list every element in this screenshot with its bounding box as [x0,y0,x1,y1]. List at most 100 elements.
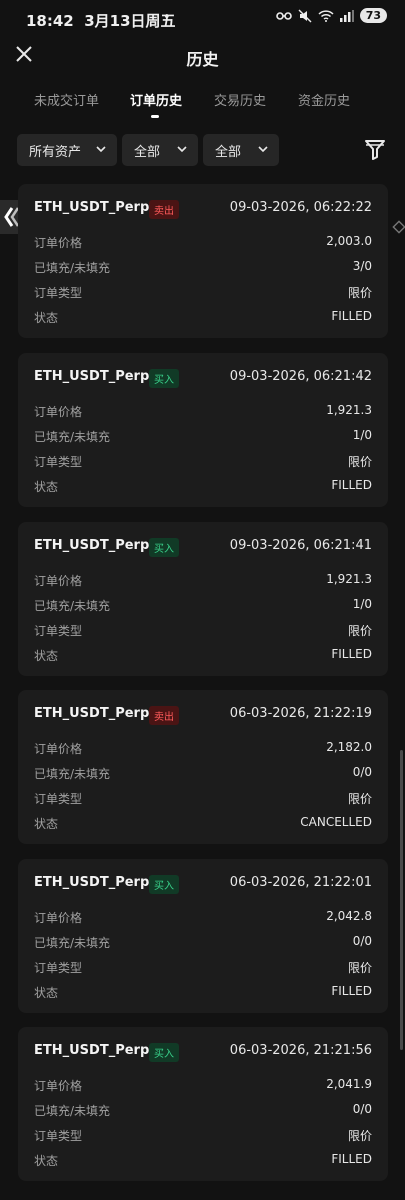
order-price-value: 2,003.0 [326,234,372,248]
active-tab-indicator [151,115,159,118]
status-dot: • [163,10,171,25]
order-card[interactable]: ETH_USDT_Perp 买入 09-03-2026, 06:21:42 订单价格 1… [18,353,388,507]
order-pair: ETH_USDT_Perp [34,200,150,215]
order-pair: ETH_USDT_Perp [34,538,150,553]
order-type-value: 限价 [347,1129,372,1143]
order-status-value: FILLED [331,647,372,661]
filter-icon[interactable] [362,137,388,163]
order-time: 09-03-2026, 06:21:41 [229,538,372,553]
side-filter-label: 全部 [134,144,161,160]
order-price-label: 订单价格 [34,742,83,756]
order-time: 06-03-2026, 21:22:19 [229,706,372,721]
order-price-label: 订单价格 [34,236,83,250]
order-status-value: FILLED [331,478,372,492]
order-type-value: 限价 [347,286,372,300]
header: 历史 [0,38,405,74]
order-status-label: 状态 [34,986,59,1000]
order-status-label: 状态 [34,817,59,831]
order-type-label: 订单类型 [34,624,83,638]
status-bar: 18:42 3月13日周五 • 73 [0,0,405,36]
tab-order-history[interactable]: 订单历史 [130,90,182,109]
filled-unfilled-value: 1/0 [352,597,372,611]
order-price-value: 2,182.0 [326,740,372,754]
filled-unfilled-value: 1/0 [352,428,372,442]
order-type-label: 订单类型 [34,455,83,469]
order-price-label: 订单价格 [34,911,83,925]
asset-filter-dropdown[interactable]: 所有资产 [17,134,117,166]
wifi-icon [318,9,334,22]
order-price-label: 订单价格 [34,574,83,588]
order-side-badge: 买入 [149,369,179,388]
status-time: 18:42 3月13日周五 [26,12,176,30]
order-status-value: CANCELLED [300,815,372,829]
scrollbar[interactable] [400,750,403,1050]
tab-trade-history[interactable]: 交易历史 [214,90,266,109]
filled-unfilled-label: 已填充/未填充 [34,599,111,613]
order-pair: ETH_USDT_Perp [34,875,150,890]
order-time: 06-03-2026, 21:22:01 [229,875,372,890]
order-status-value: FILLED [331,984,372,998]
order-type-value: 限价 [347,624,372,638]
page-title: 历史 [186,50,219,69]
filled-unfilled-value: 3/0 [352,259,372,273]
tab-funding-history[interactable]: 资金历史 [298,90,350,109]
key-icon [275,11,292,20]
order-price-value: 2,042.8 [326,909,372,923]
order-type-label: 订单类型 [34,1129,83,1143]
signal-icon [339,9,354,22]
filled-unfilled-label: 已填充/未填充 [34,261,111,275]
order-status-label: 状态 [34,649,59,663]
filled-unfilled-value: 0/0 [352,765,372,779]
order-type-value: 限价 [347,792,372,806]
type-filter-dropdown[interactable]: 全部 [203,134,279,166]
order-type-label: 订单类型 [34,961,83,975]
order-card[interactable]: ETH_USDT_Perp 买入 09-03-2026, 06:21:41 订单价格 1… [18,522,388,676]
asset-filter-label: 所有资产 [29,144,82,160]
order-time: 09-03-2026, 06:21:42 [229,369,372,384]
filled-unfilled-value: 0/0 [352,934,372,948]
order-status-label: 状态 [34,311,59,325]
filled-unfilled-label: 已填充/未填充 [34,1104,111,1118]
order-type-label: 订单类型 [34,286,83,300]
filled-unfilled-value: 0/0 [352,1102,372,1116]
chevron-down-icon [258,146,268,153]
order-type-value: 限价 [347,961,372,975]
filled-unfilled-label: 已填充/未填充 [34,767,111,781]
order-side-badge: 卖出 [149,200,179,219]
order-side-badge: 买入 [149,1043,179,1062]
order-status-label: 状态 [34,1154,59,1168]
tab-open-orders[interactable]: 未成交订单 [34,90,99,109]
order-status-value: FILLED [331,1152,372,1166]
order-card[interactable]: ETH_USDT_Perp 卖出 09-03-2026, 06:22:22 订单价格 2… [18,184,388,338]
filled-unfilled-label: 已填充/未填充 [34,936,111,950]
order-type-value: 限价 [347,455,372,469]
order-price-label: 订单价格 [34,405,83,419]
filter-bar: 所有资产 全部 全部 [0,134,405,168]
order-pair: ETH_USDT_Perp [34,1043,150,1058]
order-side-badge: 买入 [149,538,179,557]
mute-icon [298,9,312,22]
order-side-badge: 买入 [149,875,179,894]
order-side-badge: 卖出 [149,706,179,725]
order-type-label: 订单类型 [34,792,83,806]
order-price-label: 订单价格 [34,1079,83,1093]
battery-indicator: 73 [359,8,387,23]
tab-bar: 未成交订单 订单历史 交易历史 资金历史 [0,88,405,118]
status-icons: 73 [275,8,387,23]
order-price-value: 1,921.3 [326,572,372,586]
chevron-down-icon [96,146,106,153]
order-status-label: 状态 [34,480,59,494]
order-card[interactable]: ETH_USDT_Perp 买入 06-03-2026, 21:22:01 订单价格 2… [18,859,388,1013]
side-filter-dropdown[interactable]: 全部 [122,134,198,166]
order-price-value: 1,921.3 [326,403,372,417]
type-filter-label: 全部 [215,144,242,160]
filled-unfilled-label: 已填充/未填充 [34,430,111,444]
order-time: 09-03-2026, 06:22:22 [229,200,372,215]
diamond-icon[interactable] [392,220,405,234]
order-status-value: FILLED [331,309,372,323]
order-price-value: 2,041.9 [326,1077,372,1091]
order-pair: ETH_USDT_Perp [34,369,150,384]
order-pair: ETH_USDT_Perp [34,706,150,721]
order-card[interactable]: ETH_USDT_Perp 卖出 06-03-2026, 21:22:19 订单价格 2… [18,690,388,844]
order-card[interactable]: ETH_USDT_Perp 买入 06-03-2026, 21:21:56 订单价格 2… [18,1027,388,1181]
